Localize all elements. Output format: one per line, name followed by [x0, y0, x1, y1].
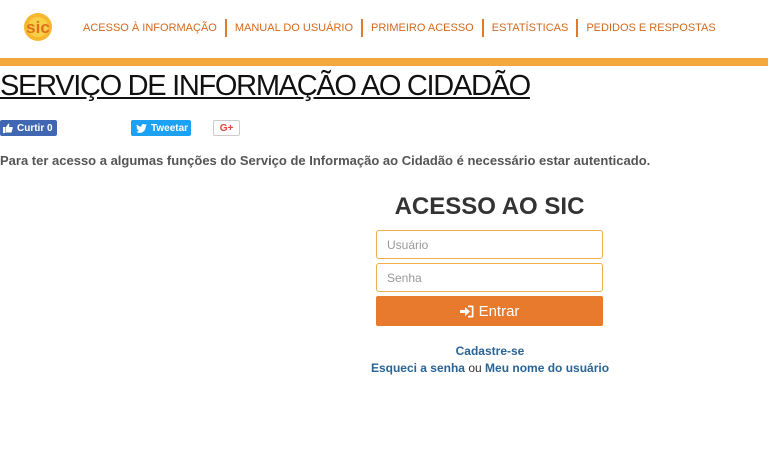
- twitter-bird-icon: [136, 123, 147, 133]
- google-plus-label: G+: [219, 122, 234, 134]
- forgot-password-link[interactable]: Esqueci a senha: [371, 361, 465, 375]
- page-title: SERVIÇO DE INFORMAÇÃO AO CIDADÃO: [0, 70, 531, 102]
- password-input[interactable]: [376, 263, 603, 292]
- sic-logo[interactable]: sic: [18, 10, 58, 44]
- login-button-label: Entrar: [478, 302, 520, 320]
- nav-estatisticas[interactable]: ESTATÍSTICAS: [484, 19, 577, 37]
- nav-primeiro-acesso[interactable]: PRIMEIRO ACESSO: [363, 19, 482, 37]
- twitter-tweet-button[interactable]: Tweetar: [131, 120, 191, 136]
- register-row: Cadastre-se: [340, 344, 640, 358]
- facebook-like-label: Curtir 0: [17, 122, 53, 134]
- google-plus-button[interactable]: G+: [213, 120, 240, 136]
- nav-manual-usuario[interactable]: MANUAL DO USUÁRIO: [227, 19, 361, 37]
- header-accent-bar: [0, 58, 768, 66]
- logo-text: sic: [26, 18, 50, 37]
- nav-pedidos-respostas[interactable]: PEDIDOS E RESPOSTAS: [578, 19, 723, 37]
- register-link[interactable]: Cadastre-se: [456, 344, 525, 358]
- recovery-row: Esqueci a senha ou Meu nome do usuário: [340, 361, 640, 375]
- thumbs-up-icon: [3, 123, 13, 133]
- facebook-like-button[interactable]: Curtir 0: [0, 120, 57, 136]
- sign-in-icon: [459, 305, 474, 317]
- username-input[interactable]: [376, 230, 603, 259]
- login-title: ACESSO AO SIC: [394, 193, 585, 220]
- twitter-tweet-label: Tweetar: [151, 122, 189, 134]
- login-button[interactable]: Entrar: [376, 296, 603, 326]
- header: sic ACESSO À INFORMAÇÃO MANUAL DO USUÁRI…: [0, 0, 768, 58]
- authentication-notice: Para ter acesso a algumas funções do Ser…: [0, 153, 651, 168]
- nav-acesso-informacao[interactable]: ACESSO À INFORMAÇÃO: [75, 19, 225, 37]
- forgot-username-link[interactable]: Meu nome do usuário: [485, 361, 609, 375]
- or-separator: ou: [468, 361, 482, 375]
- main-nav: ACESSO À INFORMAÇÃO MANUAL DO USUÁRIO PR…: [75, 18, 724, 38]
